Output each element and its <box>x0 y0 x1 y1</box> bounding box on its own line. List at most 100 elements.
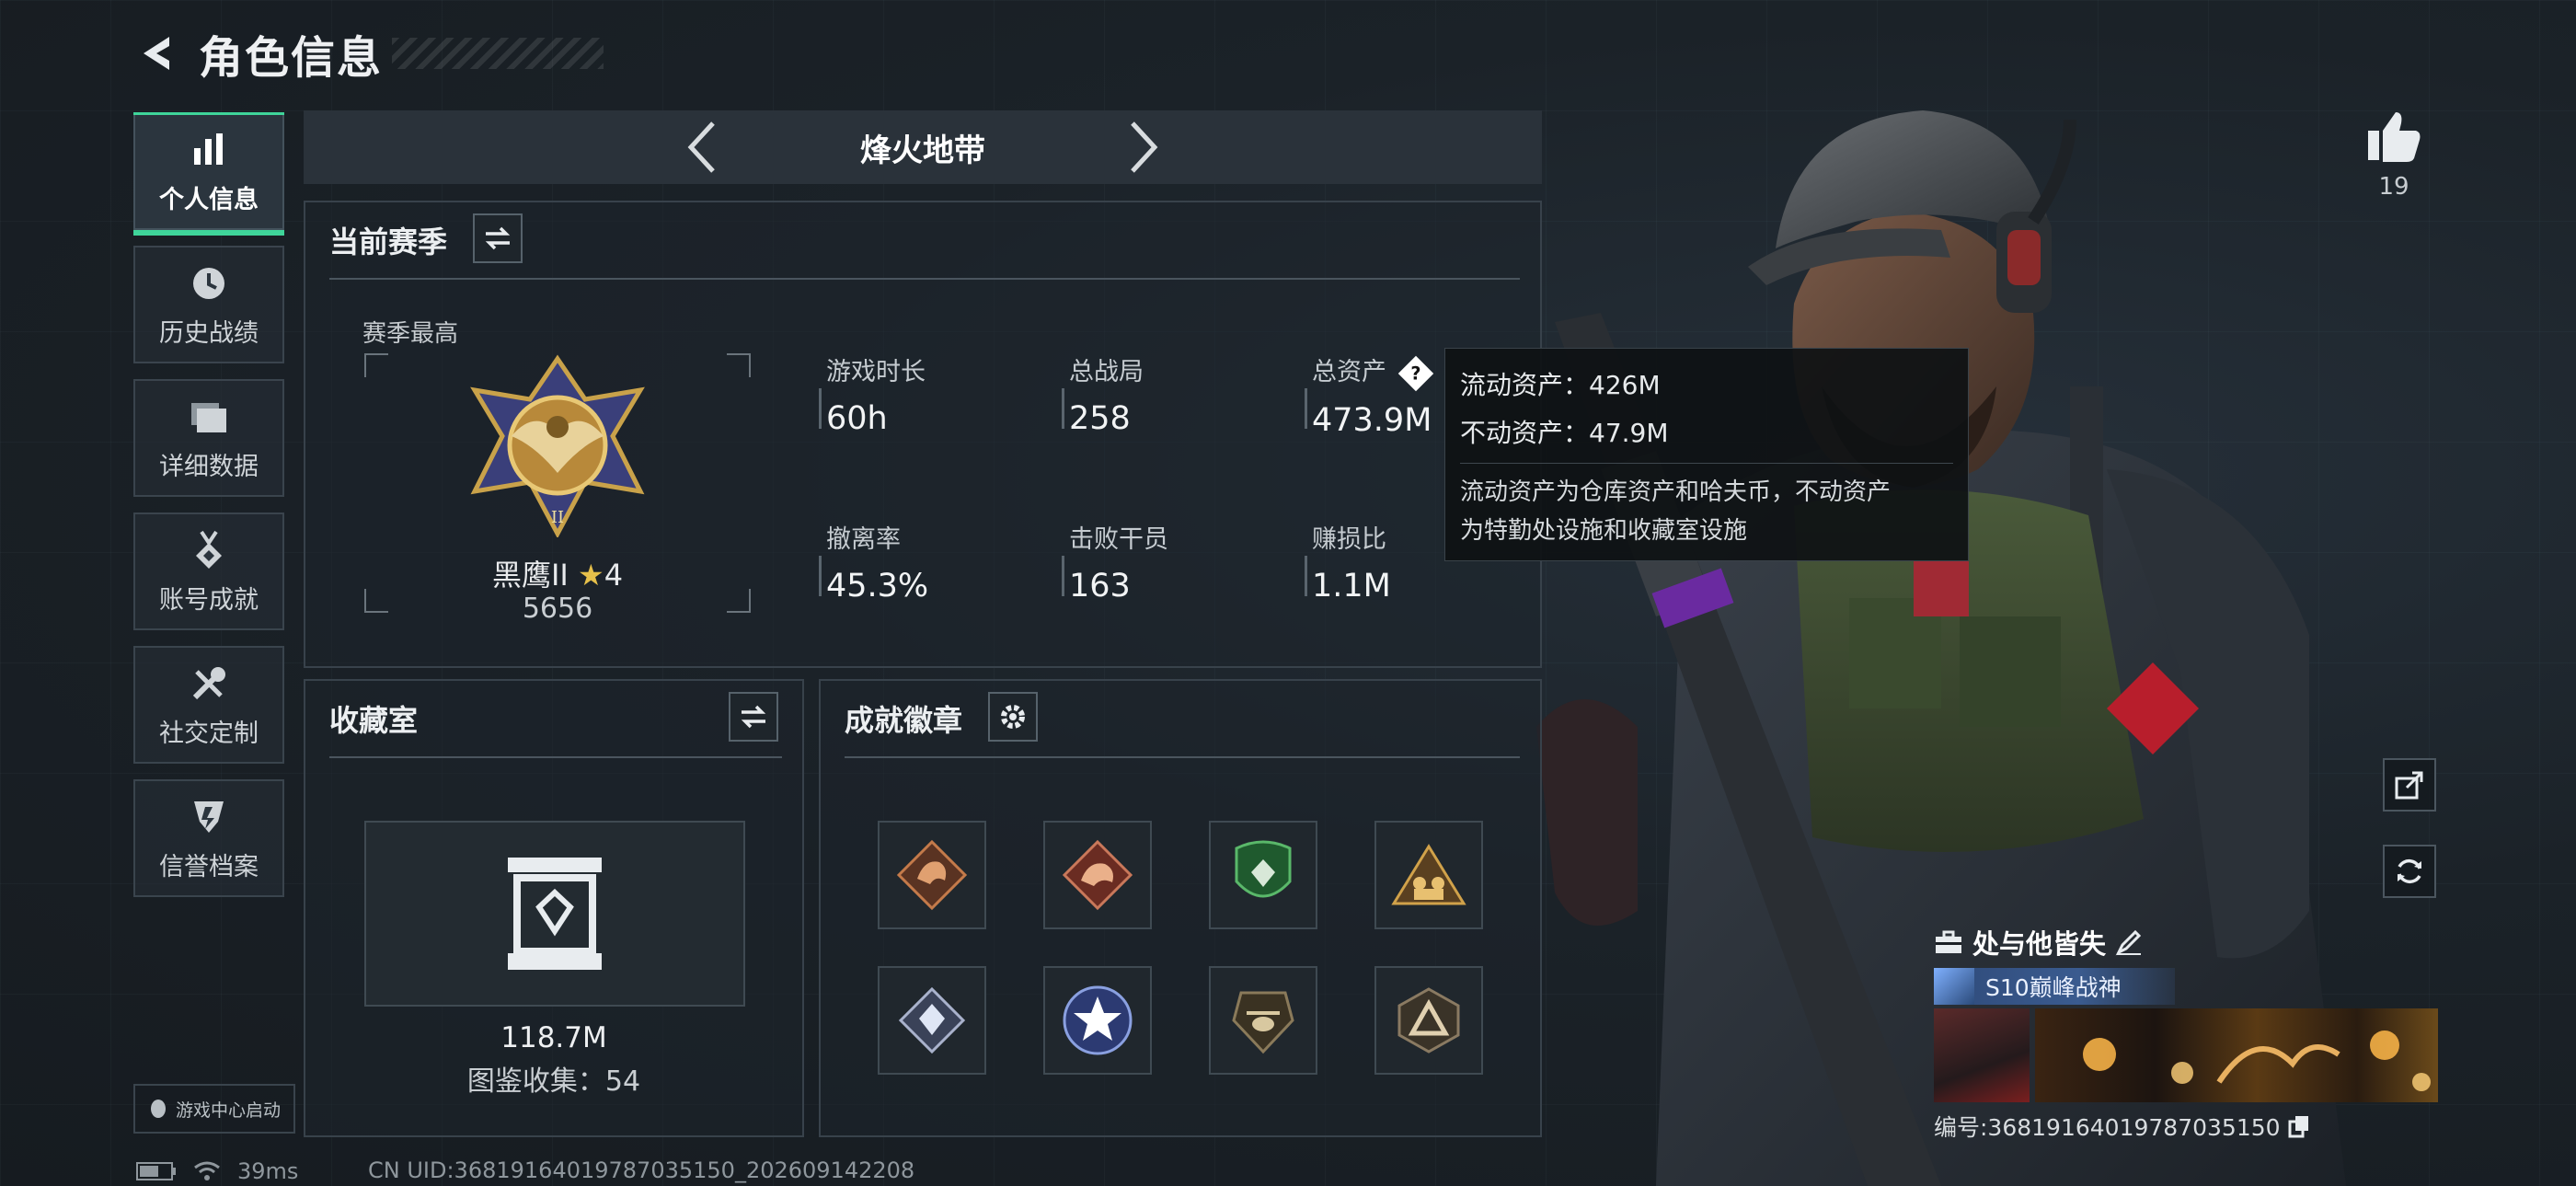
share-button[interactable] <box>2383 758 2436 812</box>
stat-operators-defeated: 击败干员 163 <box>1062 519 1168 605</box>
achievements-title: 成就徽章 <box>845 703 963 738</box>
collection-display[interactable] <box>364 821 745 1007</box>
season-best-label: 赛季最高 <box>362 320 459 348</box>
rank-name-row: 黑鹰II ★4 <box>364 552 751 594</box>
stat-profit-loss-ratio: 赚损比 1.1M <box>1305 519 1391 605</box>
stat-total-assets: 总资产 ? 473.9M <box>1305 351 1433 439</box>
sidebar-item-label: 详细数据 <box>159 452 259 481</box>
collection-divider <box>329 756 782 758</box>
rank-score: 5656 <box>522 593 593 625</box>
thumbs-up-icon <box>2368 112 2421 162</box>
stat-play-time: 游戏时长 60h <box>819 351 926 437</box>
season-divider <box>329 278 1520 280</box>
sidebar-item-details[interactable]: 详细数据 <box>133 379 284 497</box>
dragon-badge-icon <box>1062 839 1133 911</box>
edit-pencil-icon[interactable] <box>2115 928 2143 956</box>
crystal-badge-icon <box>898 986 966 1054</box>
current-season-panel: 当前赛季 赛季最高 II 黑鹰II ★4 5656 游戏时长 60h 总战局 2… <box>304 201 1542 668</box>
sidebar-item-reputation[interactable]: 信誉档案 <box>133 779 284 897</box>
medal-icon <box>187 528 231 572</box>
sidebar-item-label: 个人信息 <box>159 185 259 214</box>
stat-total-matches: 总战局 258 <box>1062 351 1144 437</box>
player-name: 处与他皆失 <box>1972 928 2107 960</box>
stat-label: 击败干员 <box>1069 525 1168 554</box>
refresh-icon <box>2398 858 2421 884</box>
sidebar-nav: 个人信息 历史战绩 详细数据 账号成就 社交定制 信誉档案 <box>133 112 284 913</box>
helicopter-badge-icon <box>1232 991 1294 1054</box>
title-badge-text: S10巅峰战神 <box>1985 974 2122 1001</box>
next-mode-button[interactable] <box>1116 120 1171 175</box>
help-icon[interactable]: ? <box>1397 355 1433 391</box>
star-icon: ★ <box>578 558 604 593</box>
achievement-badge[interactable] <box>1374 821 1483 929</box>
refresh-button[interactable] <box>2383 845 2436 898</box>
achievement-badge[interactable] <box>1374 966 1483 1075</box>
stat-label: 总资产 ? <box>1312 351 1433 391</box>
stat-value: 45.3% <box>826 568 929 605</box>
star-wreath-badge-icon <box>1063 985 1133 1055</box>
sidebar-item-label: 信誉档案 <box>159 852 259 881</box>
mode-title: 烽火地带 <box>860 132 985 169</box>
collection-count: 图鉴收集：54 <box>466 1065 641 1098</box>
achievement-badges-panel: 成就徽章 <box>819 679 1542 1137</box>
badge-grid <box>878 821 1483 1075</box>
shield-icon <box>187 795 231 839</box>
tooltip-divider <box>1460 463 1953 464</box>
svg-text:II: II <box>551 508 564 527</box>
achievement-badge[interactable] <box>1043 821 1152 929</box>
stat-value: 60h <box>826 400 888 437</box>
sidebar-item-social[interactable]: 社交定制 <box>133 646 284 764</box>
achievement-badge[interactable] <box>1209 821 1317 929</box>
swap-icon <box>741 705 766 729</box>
triangle-badge-icon <box>1397 987 1460 1054</box>
collection-title: 收藏室 <box>329 703 419 738</box>
achievement-badge[interactable] <box>878 821 986 929</box>
stat-label: 赚损比 <box>1312 525 1386 554</box>
sidebar-item-history[interactable]: 历史战绩 <box>133 246 284 363</box>
player-avatar[interactable] <box>1934 1008 2030 1102</box>
player-id: 编号:3681916401978703515​0 <box>1934 1114 2281 1141</box>
stat-label: 撤离率 <box>826 525 901 554</box>
rank-name: 黑鹰II <box>491 558 569 593</box>
assets-tooltip: 流动资产：426M 不动资产：47.9M 流动资产为仓库资产和哈夫币，不动资产 … <box>1444 348 1969 561</box>
page-title: 角色信息 <box>199 32 384 84</box>
green-shield-badge-icon <box>1235 840 1292 898</box>
stat-value: 258 <box>1069 400 1131 437</box>
page-header: 角色信息 <box>129 26 604 84</box>
ping-value: 39ms <box>237 1158 299 1184</box>
achievement-badge[interactable] <box>1209 966 1317 1075</box>
briefcase-icon <box>1936 930 1961 953</box>
sidebar-item-achievements[interactable]: 账号成就 <box>133 512 284 630</box>
game-center-launch-chip[interactable]: 游戏中心启动 <box>133 1084 295 1134</box>
collection-value: 118.7M <box>500 1021 607 1054</box>
gear-icon <box>1001 705 1025 729</box>
chevron-left-icon <box>687 121 715 173</box>
sidebar-item-label: 账号成就 <box>159 585 259 615</box>
prev-mode-button[interactable] <box>674 120 730 175</box>
copy-icon[interactable] <box>2288 1114 2310 1138</box>
bar-chart-icon <box>187 128 231 172</box>
player-title-badge[interactable]: S10巅峰战神 <box>1934 968 2175 1005</box>
sidebar-item-personal-info[interactable]: 个人信息 <box>133 112 284 236</box>
share-icon <box>2395 771 2423 800</box>
achievement-badge[interactable] <box>878 966 986 1075</box>
mode-selector: 烽火地带 <box>304 110 1542 184</box>
player-profile-card: 处与他皆失 S10巅峰战神 编号:3681916401978703515​0 <box>1934 920 2438 1143</box>
badge-settings-button[interactable] <box>988 692 1038 742</box>
season-switch-button[interactable] <box>473 213 523 263</box>
tooltip-liquid-assets: 流动资产：426M <box>1460 370 1661 400</box>
launch-label: 游戏中心启动 <box>175 1100 281 1121</box>
profile-banner-art[interactable] <box>2035 1008 2438 1102</box>
profile-banner-row <box>1934 1008 2438 1102</box>
sidebar-item-label: 历史战绩 <box>159 318 259 348</box>
clock-icon <box>187 261 231 305</box>
tooltip-description-2: 为特勤处设施和收藏室设施 <box>1460 517 1748 545</box>
rank-stars: 4 <box>604 558 624 593</box>
achievement-badge[interactable] <box>1043 966 1152 1075</box>
back-button[interactable] <box>129 26 184 81</box>
collection-switch-button[interactable] <box>729 692 778 742</box>
like-button[interactable] <box>2361 103 2427 169</box>
triangle-squad-badge-icon <box>1391 844 1466 905</box>
achievements-divider <box>845 756 1520 758</box>
status-bar: 39ms <box>136 1157 298 1185</box>
